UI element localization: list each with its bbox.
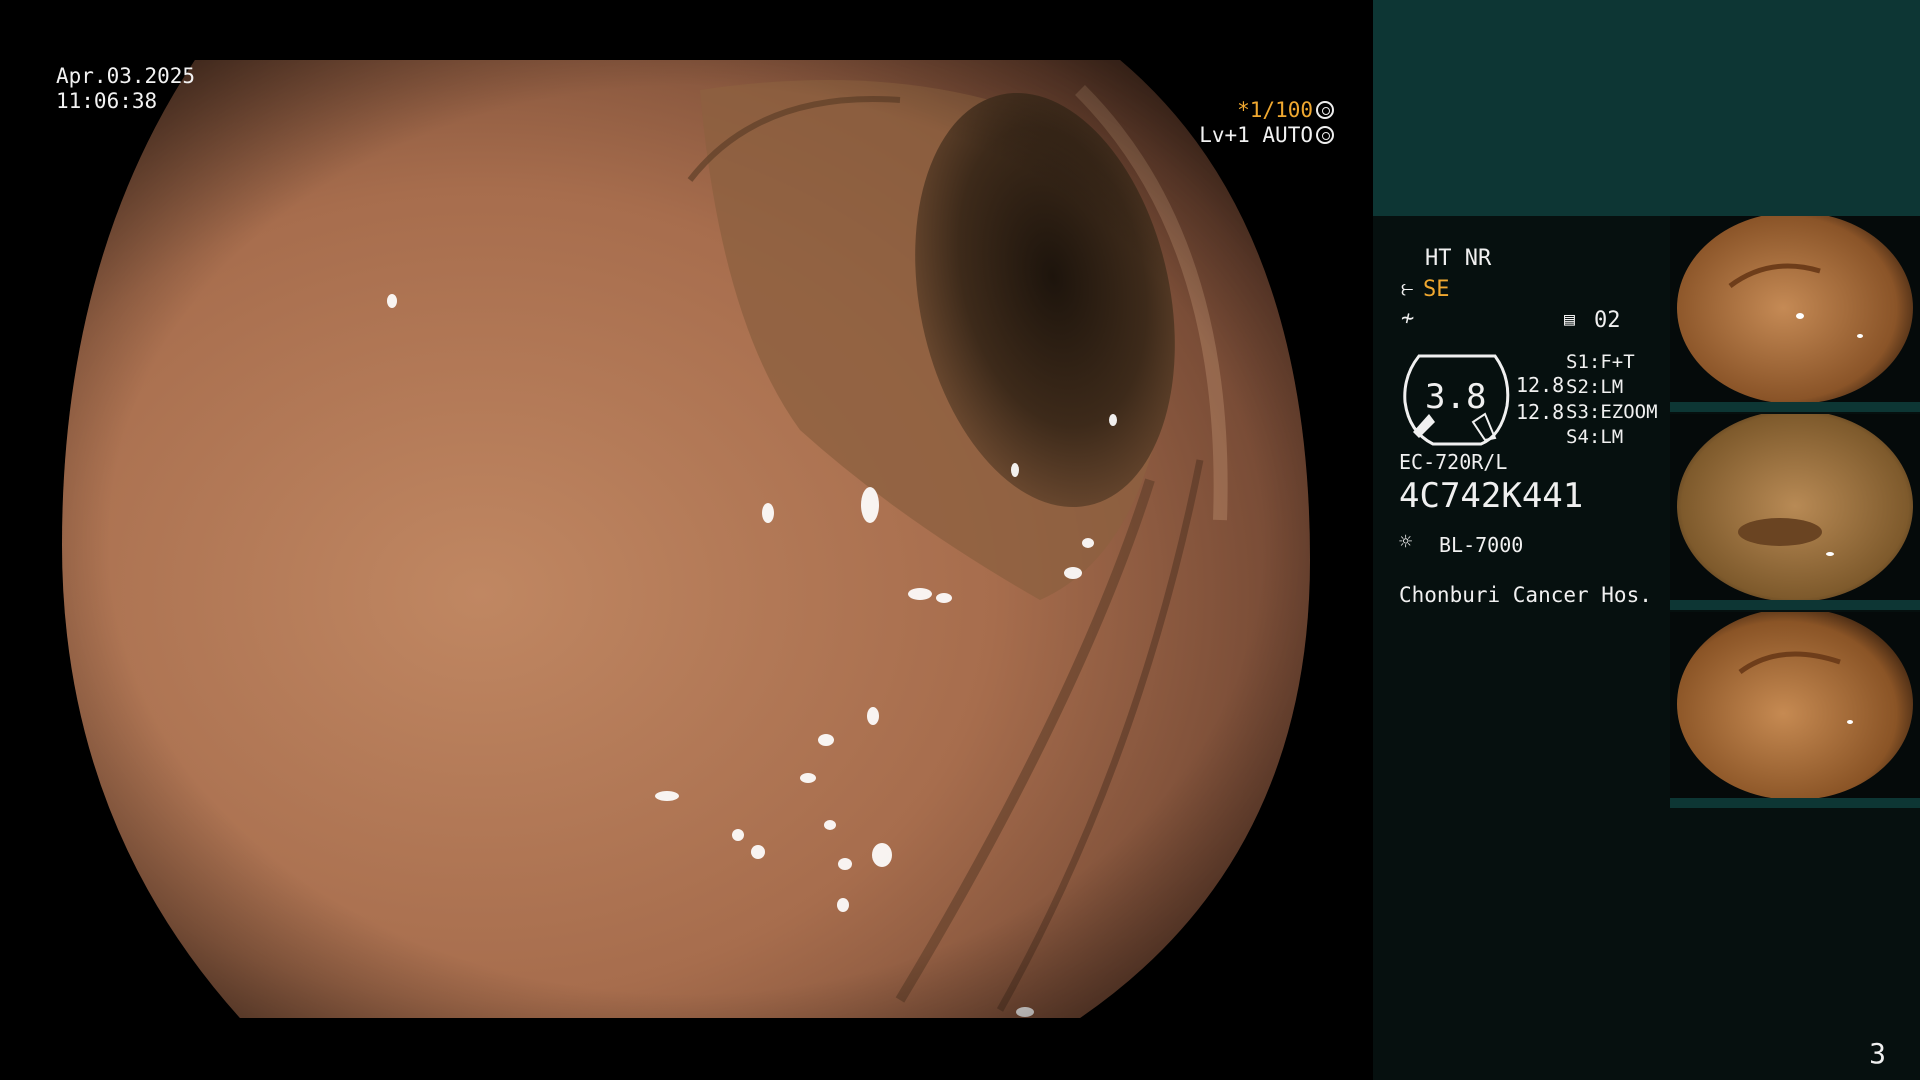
thumbnail-caption-bar xyxy=(1670,600,1920,610)
thumbnail-caption-bar xyxy=(1670,402,1920,412)
structure-enhance-icon: ⥼ xyxy=(1401,276,1414,301)
endoscope-view: Apr.03.2025 11:06:38 *1/100 Lv+1 AUTO xyxy=(0,0,1372,1080)
thumbnail-image xyxy=(1677,414,1913,602)
thumbnail-1[interactable] xyxy=(1670,216,1920,412)
datetime-display: Apr.03.2025 11:06:38 xyxy=(56,64,195,114)
switch-s3: S3:EZOOM xyxy=(1566,401,1658,423)
panel-header-band xyxy=(1373,0,1920,216)
thumbnail-2[interactable] xyxy=(1670,414,1920,610)
thumbnail-caption-bar xyxy=(1670,798,1920,808)
enhance-level: Lv+1 AUTO xyxy=(1199,123,1313,147)
switch-s1: S1:F+T xyxy=(1566,351,1635,373)
record-number: 02 xyxy=(1594,308,1621,333)
hospital-name: Chonburi Cancer Hos. xyxy=(1399,583,1652,607)
thumbnail-image xyxy=(1677,216,1913,404)
ht-nr-label: HT NR xyxy=(1425,246,1492,271)
record-icon: ▤ xyxy=(1564,309,1575,330)
shutter-display: *1/100 Lv+1 AUTO xyxy=(1199,98,1334,148)
thumbnail-image xyxy=(1677,612,1913,800)
scope-info: HT NR ⥼ SE ≁ ▤ 02 3.8 12.8 12.8 S1:F+T S… xyxy=(1373,216,1673,916)
scope-model: EC-720R/L xyxy=(1399,450,1508,474)
freeze-icon: ≁ xyxy=(1401,306,1415,331)
info-side-panel: HT NR ⥼ SE ≁ ▤ 02 3.8 12.8 12.8 S1:F+T S… xyxy=(1373,0,1920,1080)
value-one: 12.8 xyxy=(1516,373,1565,397)
switch-s4: S4:LM xyxy=(1566,426,1624,448)
endoscopic-image xyxy=(62,60,1310,1018)
value-two: 12.8 xyxy=(1516,400,1565,424)
light-source-icon: ☼ xyxy=(1399,530,1413,555)
iris-icon xyxy=(1316,101,1334,119)
time-text: 11:06:38 xyxy=(56,89,158,113)
thumbnail-3[interactable] xyxy=(1670,612,1920,808)
scope-serial: 4C742K441 xyxy=(1399,476,1584,516)
se-label: SE xyxy=(1423,277,1450,302)
page-number: 3 xyxy=(1869,1037,1886,1070)
shutter-speed: *1/100 xyxy=(1237,98,1313,122)
light-source-model: BL-7000 xyxy=(1439,533,1524,557)
auto-icon xyxy=(1316,126,1334,144)
gauge-value: 3.8 xyxy=(1425,377,1487,417)
switch-s2: S2:LM xyxy=(1566,376,1624,398)
date-text: Apr.03.2025 xyxy=(56,64,196,88)
